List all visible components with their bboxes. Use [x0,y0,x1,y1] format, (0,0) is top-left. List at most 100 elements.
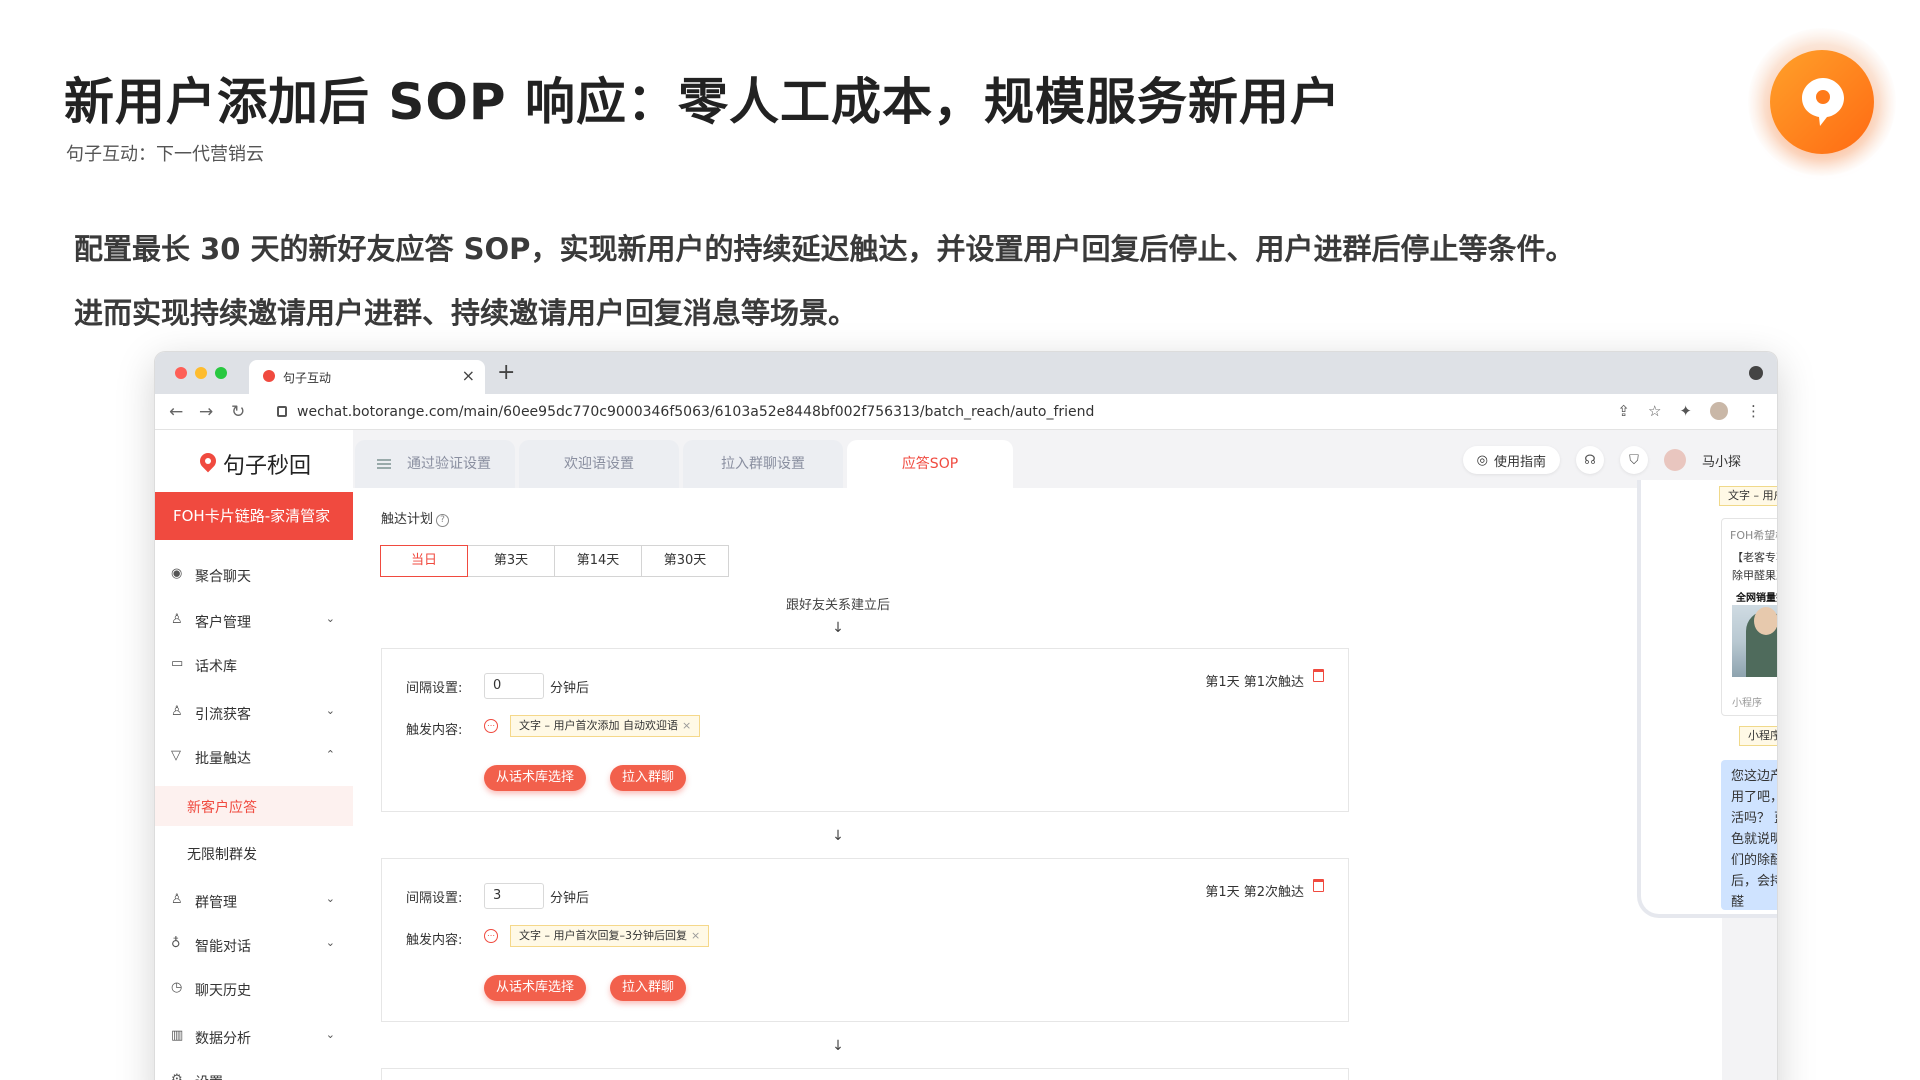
sidebar-item-label: 无限制群发 [187,847,257,863]
sidebar-item-label: 数据分析 [195,1031,251,1047]
bookmark-star-icon[interactable]: ☆ [1648,402,1661,420]
profile-avatar[interactable] [1710,402,1728,420]
app-logo[interactable]: 句子秒回 [199,448,311,480]
back-button[interactable]: ← [169,402,183,422]
sidebar-item-analytics[interactable]: ▥ 数据分析 ⌄ [155,1018,353,1056]
sidebar: 句子秒回 FOH卡片链路-家清管家 ◉ 聚合聊天 ♙ 客户管理 ⌄ ▭ 话术库 … [155,430,353,1080]
close-tab-button[interactable]: × [462,366,475,385]
interval-label: 间隔设置: [406,681,463,696]
sop-step-card [381,1068,1349,1080]
sidebar-item-customers[interactable]: ♙ 客户管理 ⌄ [155,602,353,640]
guide-label: 使用指南 [1493,454,1546,470]
location-pin-icon [199,453,217,475]
tag-text: 文字 – 用户首次回复–3分钟后回复 [519,929,687,942]
sidebar-item-label: 聚合聊天 [195,569,251,585]
sidebar-item-acquisition[interactable]: ♙ 引流获客 ⌄ [155,694,353,732]
help-icon[interactable]: ? [436,514,450,527]
day-tab-day30[interactable]: 第30天 [641,545,729,577]
sidebar-item-smart-dialog[interactable]: ♁ 智能对话 ⌄ [155,926,353,964]
user-avatar[interactable] [1663,449,1686,471]
tab-search-icon[interactable] [1749,366,1763,380]
slide: 新用户添加后 SOP 响应：零人工成本，规模服务新用户 句子互动：下一代营销云 … [0,0,1920,1080]
sidebar-item-label: 聊天历史 [195,983,251,999]
trigger-content-tag[interactable]: 文字 – 用户首次回复–3分钟后回复 × [510,925,710,947]
interval-input[interactable]: 0 [484,673,544,699]
forward-button[interactable]: → [199,402,213,422]
mini-program-label: 小程序 [1732,698,1762,709]
sidebar-item-settings[interactable]: ⚙ 设置 [155,1062,353,1080]
chevron-down-icon: ⌄ [325,892,335,905]
extensions-icon[interactable]: ✦ [1679,402,1692,420]
product-image: 全网销量突破 800000 [1732,589,1777,677]
tab-join-group[interactable]: 拉入群聊设置 [683,440,843,488]
message-bubble: 您这边产品已经开始使用了吧，产品有正常激活吗？ 蓝色逐渐变成白色就说明在激活了，… [1721,760,1777,910]
store-selector[interactable]: FOH卡片链路-家清管家 [155,492,353,540]
url-field[interactable]: wechat.botorange.com/main/60ee95dc770c90… [297,404,1094,420]
more-menu-icon[interactable]: ⋮ [1746,402,1761,420]
delete-icon[interactable] [1313,879,1324,892]
reload-button[interactable]: ↻ [231,402,245,422]
invite-to-group-button[interactable]: 拉入群聊 [610,975,687,1001]
choose-from-library-button[interactable]: 从话术库选择 [484,765,587,791]
app-body: 句子秒回 FOH卡片链路-家清管家 ◉ 聚合聊天 ♙ 客户管理 ⌄ ▭ 话术库 … [155,430,1777,1080]
sidebar-item-new-customer-reply[interactable]: 新客户应答 [155,786,353,826]
shirt-icon[interactable]: ⛉ [1619,446,1648,474]
sidebar-item-history[interactable]: ◷ 聊天历史 [155,970,353,1008]
shop-name: FOH希望树旗舰店 [1730,529,1777,542]
day-tab-today[interactable]: 当日 [380,545,468,577]
tag-close-icon[interactable]: × [691,929,700,942]
browser-tab-bar: 句子互动 × + [155,352,1777,394]
sidebar-item-unlimited-broadcast[interactable]: 无限制群发 [155,834,353,872]
chevron-down-icon: ⌄ [325,936,335,949]
favicon-icon [263,370,275,382]
slide-subtitle: 句子互动：下一代营销云 [66,144,264,165]
touch-count-label: 第1天 第2次触达 [1205,885,1304,900]
day-tabs: 当日 第3天 第14天 第30天 [380,545,729,577]
user-name[interactable]: 马小探 [1702,451,1741,470]
sidebar-item-groups[interactable]: ♙ 群管理 ⌄ [155,882,353,920]
brand-chat-bubble-icon [1770,50,1874,154]
tab-label: 应答SOP [901,456,959,472]
maximize-window-button[interactable] [215,367,227,379]
headset-icon[interactable]: ☊ [1575,446,1604,474]
emoji-icon[interactable]: ⋯ [484,929,498,943]
trigger-content-tag[interactable]: 文字 – 用户首次添加 自动欢迎语 × [510,715,701,737]
share-icon[interactable]: ⇪ [1617,402,1630,420]
folder-icon: ▭ [171,656,184,671]
interval-input[interactable]: 3 [484,883,544,909]
browser-tab[interactable]: 句子互动 × [249,360,485,394]
day-tab-day3[interactable]: 第3天 [467,545,555,577]
day-tab-day14[interactable]: 第14天 [554,545,642,577]
preview-mini-program-chip: 小程序 – 除醛果冻购买 [1739,726,1777,746]
new-tab-button[interactable]: + [497,360,515,385]
sidebar-item-batch-reach[interactable]: ▽ 批量触达 ⌃ [155,738,353,776]
arrow-down-icon: ↓ [832,828,844,844]
chat-icon: ◉ [171,566,183,581]
window-controls [175,367,227,379]
tab-welcome[interactable]: 欢迎语设置 [519,440,679,488]
tag-close-icon[interactable]: × [682,719,691,732]
delete-icon[interactable] [1313,669,1324,682]
chevron-down-icon: ⌄ [325,704,335,717]
customers-icon: ♙ [171,612,183,627]
sop-step-card: 间隔设置: 0 分钟后 触发内容: ⋯ 文字 – 用户首次添加 自动欢迎语 × 从… [381,648,1349,812]
minimize-window-button[interactable] [195,367,207,379]
emoji-icon[interactable]: ⋯ [484,719,498,733]
close-window-button[interactable] [175,367,187,379]
product-banner: 全网销量突破 800000 [1732,589,1777,605]
tab-reply-sop[interactable]: 应答SOP [847,440,1013,488]
guide-button[interactable]: ◎ 使用指南 [1462,446,1560,474]
sidebar-item-scripts[interactable]: ▭ 话术库 [155,646,353,684]
arrow-down-icon: ↓ [832,1038,844,1054]
invite-to-group-button[interactable]: 拉入群聊 [610,765,687,791]
chevron-up-icon: ⌃ [325,748,335,761]
brand-logo [1748,28,1896,176]
sidebar-item-chat[interactable]: ◉ 聚合聊天 [155,556,353,594]
phone-preview: 文字 – 用户首次回复–3... FOH希望树旗舰店 【老客专享】领券立减!FO… [1637,480,1777,918]
sidebar-item-label: 群管理 [195,895,237,911]
tag-text: 文字 – 用户首次添加 自动欢迎语 [519,719,678,732]
choose-from-library-button[interactable]: 从话术库选择 [484,975,587,1001]
sidebar-item-label: 引流获客 [195,707,251,723]
tab-verification[interactable]: 通过验证设置 [355,440,515,488]
history-icon: ◷ [171,980,183,995]
